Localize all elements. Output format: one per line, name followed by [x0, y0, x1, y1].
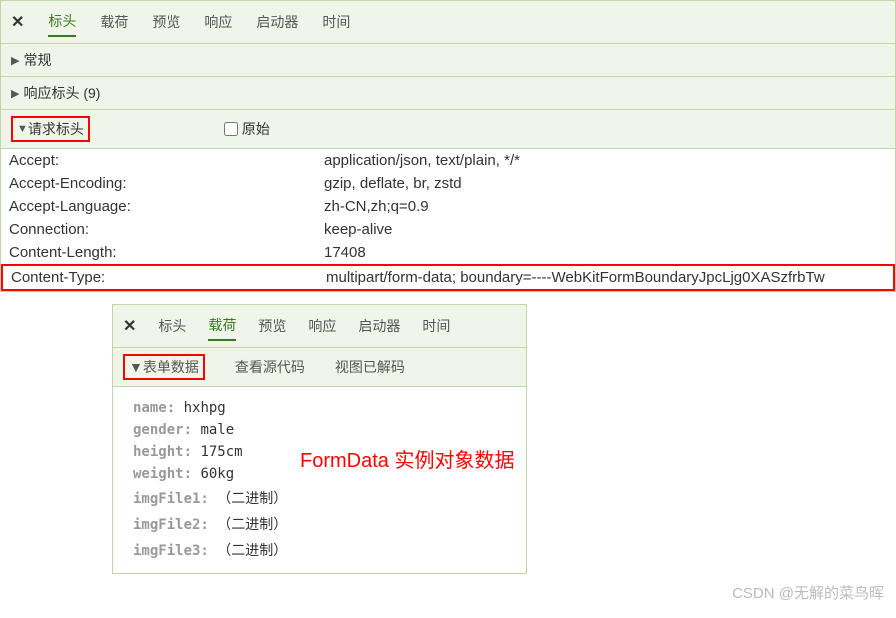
formdata-section-row: ▼ 表单数据 查看源代码 视图已解码 [113, 348, 526, 387]
close-icon[interactable]: ✕ [123, 316, 136, 336]
annotation-text: FormData 实例对象数据 [300, 444, 514, 473]
section-general[interactable]: ▶ 常规 [1, 44, 895, 77]
raw-label: 原始 [242, 119, 270, 139]
formdata-body: name: hxhpg gender: male height: 175cm w… [113, 387, 526, 573]
triangle-right-icon: ▶ [11, 54, 19, 67]
form-key: weight: [133, 466, 192, 482]
section-response-headers-label: 响应标头 (9) [23, 83, 100, 103]
header-value: multipart/form-data; boundary=----WebKit… [326, 269, 885, 286]
form-value: male [200, 422, 234, 438]
tab-payload[interactable]: 载荷 [100, 8, 128, 36]
header-key: Accept-Encoding: [9, 175, 324, 192]
tab-initiator[interactable]: 启动器 [358, 312, 400, 340]
devtools-top-panel: ✕ 标头 载荷 预览 响应 启动器 时间 ▶ 常规 ▶ 响应标头 (9) ▼ 请… [0, 0, 896, 292]
form-key: name: [133, 400, 175, 416]
form-key: gender: [133, 422, 192, 438]
header-value: application/json, text/plain, */* [324, 152, 887, 169]
header-key: Accept-Language: [9, 198, 324, 215]
highlight-box: ▼ 请求标头 [11, 116, 90, 142]
header-value: keep-alive [324, 221, 887, 238]
form-field-row: imgFile1: （二进制） [133, 485, 506, 511]
tab-timing[interactable]: 时间 [422, 312, 450, 340]
section-request-headers[interactable]: ▼ 请求标头 原始 [1, 110, 895, 149]
close-icon[interactable]: ✕ [11, 12, 24, 32]
header-value: 17408 [324, 244, 887, 261]
tab-response[interactable]: 响应 [204, 8, 232, 36]
triangle-down-icon: ▼ [17, 123, 28, 135]
section-general-label: 常规 [23, 50, 51, 70]
form-value: （二进制） [217, 543, 287, 559]
tab-preview[interactable]: 预览 [258, 312, 286, 340]
form-value: 60kg [200, 466, 234, 482]
raw-checkbox-wrap: 原始 [224, 119, 270, 139]
triangle-right-icon: ▶ [11, 87, 19, 100]
header-key: Content-Type: [11, 269, 326, 286]
top-tabs-bar: ✕ 标头 载荷 预览 响应 启动器 时间 [1, 1, 895, 44]
tab-initiator[interactable]: 启动器 [256, 8, 298, 36]
bottom-tabs-bar: ✕ 标头 载荷 预览 响应 启动器 时间 [113, 305, 526, 348]
header-row: Accept: application/json, text/plain, */… [1, 149, 895, 172]
view-decoded-link[interactable]: 视图已解码 [335, 357, 405, 377]
devtools-bottom-panel: ✕ 标头 载荷 预览 响应 启动器 时间 ▼ 表单数据 查看源代码 视图已解码 … [112, 304, 527, 574]
form-field-row: imgFile3: （二进制） [133, 537, 506, 563]
tab-timing[interactable]: 时间 [322, 8, 350, 36]
header-row: Connection: keep-alive [1, 218, 895, 241]
form-key: imgFile2: [133, 517, 209, 533]
header-key: Connection: [9, 221, 324, 238]
raw-checkbox[interactable] [224, 122, 238, 136]
watermark-text: CSDN @无解的菜鸟晖 [0, 574, 896, 607]
form-value: （二进制） [217, 517, 287, 533]
header-row: Accept-Language: zh-CN,zh;q=0.9 [1, 195, 895, 218]
header-row: Accept-Encoding: gzip, deflate, br, zstd [1, 172, 895, 195]
form-value: 175cm [200, 444, 242, 460]
header-value: zh-CN,zh;q=0.9 [324, 198, 887, 215]
form-key: height: [133, 444, 192, 460]
triangle-down-icon: ▼ [129, 359, 143, 375]
view-source-link[interactable]: 查看源代码 [235, 357, 305, 377]
form-field-row: name: hxhpg [133, 397, 506, 419]
header-value: gzip, deflate, br, zstd [324, 175, 887, 192]
header-key: Content-Length: [9, 244, 324, 261]
form-key: imgFile3: [133, 543, 209, 559]
section-request-headers-label: 请求标头 [28, 119, 84, 139]
form-key: imgFile1: [133, 491, 209, 507]
tab-response[interactable]: 响应 [308, 312, 336, 340]
form-field-row: gender: male [133, 419, 506, 441]
formdata-label: 表单数据 [143, 357, 199, 377]
form-field-row: imgFile2: （二进制） [133, 511, 506, 537]
header-key: Accept: [9, 152, 324, 169]
header-row-content-type: Content-Type: multipart/form-data; bound… [1, 264, 895, 291]
tab-payload[interactable]: 载荷 [208, 311, 236, 341]
tab-headers[interactable]: 标头 [48, 7, 76, 37]
form-value: （二进制） [217, 491, 287, 507]
form-value: hxhpg [184, 400, 226, 416]
request-headers-list: Accept: application/json, text/plain, */… [1, 149, 895, 291]
section-response-headers[interactable]: ▶ 响应标头 (9) [1, 77, 895, 110]
tab-preview[interactable]: 预览 [152, 8, 180, 36]
header-row: Content-Length: 17408 [1, 241, 895, 264]
highlight-box: ▼ 表单数据 [123, 354, 205, 380]
tab-headers[interactable]: 标头 [158, 312, 186, 340]
